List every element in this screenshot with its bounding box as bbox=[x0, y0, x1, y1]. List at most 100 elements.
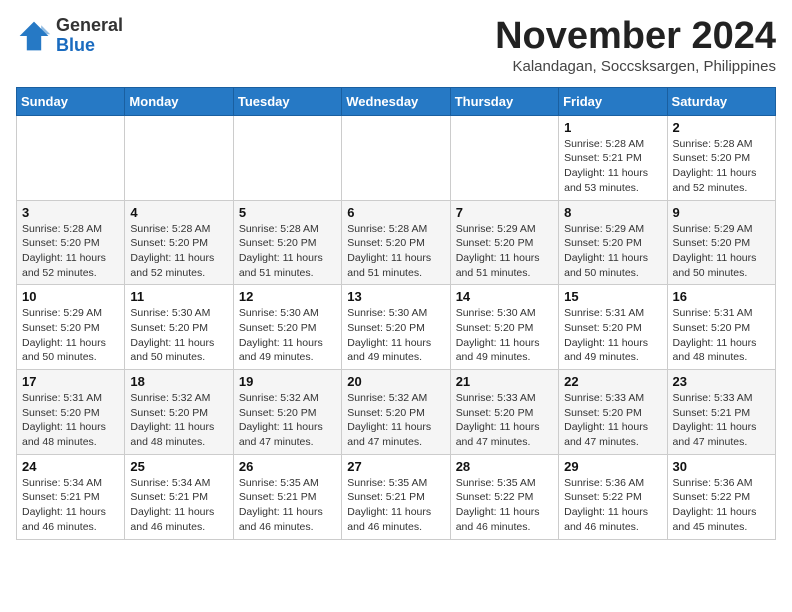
calendar-header: SundayMondayTuesdayWednesdayThursdayFrid… bbox=[17, 87, 776, 115]
day-number: 14 bbox=[456, 289, 553, 304]
daylight-info: Daylight: 11 hours and 50 minutes. bbox=[22, 337, 106, 364]
calendar-day-13: 13Sunrise: 5:30 AMSunset: 5:20 PMDayligh… bbox=[342, 285, 450, 370]
month-title: November 2024 bbox=[495, 16, 776, 58]
calendar-week-row: 24Sunrise: 5:34 AMSunset: 5:21 PMDayligh… bbox=[17, 454, 776, 539]
sunrise-info: Sunrise: 5:35 AM bbox=[347, 477, 427, 489]
sunrise-info: Sunrise: 5:28 AM bbox=[347, 223, 427, 235]
daylight-info: Daylight: 11 hours and 48 minutes. bbox=[673, 337, 757, 364]
sunset-info: Sunset: 5:20 PM bbox=[347, 237, 425, 249]
sunrise-info: Sunrise: 5:32 AM bbox=[347, 392, 427, 404]
daylight-info: Daylight: 11 hours and 45 minutes. bbox=[673, 506, 757, 533]
sunrise-info: Sunrise: 5:36 AM bbox=[673, 477, 753, 489]
calendar-day-24: 24Sunrise: 5:34 AMSunset: 5:21 PMDayligh… bbox=[17, 454, 125, 539]
calendar-empty-cell bbox=[342, 115, 450, 200]
weekday-header-row: SundayMondayTuesdayWednesdayThursdayFrid… bbox=[17, 87, 776, 115]
daylight-info: Daylight: 11 hours and 47 minutes. bbox=[456, 421, 540, 448]
sunset-info: Sunset: 5:22 PM bbox=[673, 491, 751, 503]
day-info: Sunrise: 5:35 AMSunset: 5:22 PMDaylight:… bbox=[456, 476, 553, 535]
calendar-day-6: 6Sunrise: 5:28 AMSunset: 5:20 PMDaylight… bbox=[342, 200, 450, 285]
sunset-info: Sunset: 5:21 PM bbox=[130, 491, 208, 503]
weekday-header-wednesday: Wednesday bbox=[342, 87, 450, 115]
sunset-info: Sunset: 5:21 PM bbox=[564, 152, 642, 164]
calendar-body: 1Sunrise: 5:28 AMSunset: 5:21 PMDaylight… bbox=[17, 115, 776, 539]
calendar-day-28: 28Sunrise: 5:35 AMSunset: 5:22 PMDayligh… bbox=[450, 454, 558, 539]
day-info: Sunrise: 5:29 AMSunset: 5:20 PMDaylight:… bbox=[22, 306, 119, 365]
sunset-info: Sunset: 5:20 PM bbox=[239, 237, 317, 249]
calendar-day-14: 14Sunrise: 5:30 AMSunset: 5:20 PMDayligh… bbox=[450, 285, 558, 370]
daylight-info: Daylight: 11 hours and 51 minutes. bbox=[456, 252, 540, 279]
calendar-empty-cell bbox=[450, 115, 558, 200]
day-number: 30 bbox=[673, 459, 770, 474]
daylight-info: Daylight: 11 hours and 49 minutes. bbox=[456, 337, 540, 364]
calendar-day-21: 21 Sunrise: 5:33 AMSunset: 5:20 PMDayligh… bbox=[450, 370, 558, 455]
sunrise-info: Sunrise: 5:28 AM bbox=[130, 223, 210, 235]
logo-blue-text: Blue bbox=[56, 35, 95, 55]
calendar-day-26: 26Sunrise: 5:35 AMSunset: 5:21 PMDayligh… bbox=[233, 454, 341, 539]
sunrise-info: Sunrise: 5:28 AM bbox=[22, 223, 102, 235]
calendar-day-22: 22Sunrise: 5:33 AMSunset: 5:20 PMDayligh… bbox=[559, 370, 667, 455]
calendar-day-30: 30 Sunrise: 5:36 AM Sunset: 5:22 PM Dayligh… bbox=[667, 454, 775, 539]
day-number: 5 bbox=[239, 205, 336, 220]
daylight-info: Daylight: 11 hours and 47 minutes. bbox=[564, 421, 648, 448]
day-number: 23 bbox=[673, 374, 770, 389]
day-info: Sunrise: 5:32 AMSunset: 5:20 PMDaylight:… bbox=[239, 391, 336, 450]
day-info: Sunrise: 5:31 AMSunset: 5:20 PMDaylight:… bbox=[673, 306, 770, 365]
daylight-info: Daylight: 11 hours and 46 minutes. bbox=[564, 506, 648, 533]
sunset-info: Sunset: 5:21 PM bbox=[22, 491, 100, 503]
day-info: Sunrise: 5:35 AMSunset: 5:21 PMDaylight:… bbox=[347, 476, 444, 535]
daylight-info: Daylight: 11 hours and 49 minutes. bbox=[347, 337, 431, 364]
day-info: Sunrise: 5:29 AMSunset: 5:20 PMDaylight:… bbox=[456, 222, 553, 281]
sunset-info: Sunset: 5:20 PM bbox=[456, 322, 534, 334]
calendar-day-19: 19Sunrise: 5:32 AMSunset: 5:20 PMDayligh… bbox=[233, 370, 341, 455]
day-info: Sunrise: 5:30 AMSunset: 5:20 PMDaylight:… bbox=[130, 306, 227, 365]
sunset-info: Sunset: 5:20 PM bbox=[347, 407, 425, 419]
day-number: 16 bbox=[673, 289, 770, 304]
sunrise-info: Sunrise: 5:33 AM bbox=[456, 392, 536, 404]
sunset-info: Sunset: 5:20 PM bbox=[22, 237, 100, 249]
day-number: 8 bbox=[564, 205, 661, 220]
day-info: Sunrise: 5:34 AMSunset: 5:21 PMDaylight:… bbox=[130, 476, 227, 535]
sunrise-info: Sunrise: 5:31 AM bbox=[22, 392, 102, 404]
sunset-info: Sunset: 5:20 PM bbox=[564, 407, 642, 419]
day-info: Sunrise: 5:29 AMSunset: 5:20 PMDaylight:… bbox=[673, 222, 770, 281]
calendar-empty-cell bbox=[17, 115, 125, 200]
sunrise-info: Sunrise: 5:35 AM bbox=[456, 477, 536, 489]
calendar-day-5: 5Sunrise: 5:28 AMSunset: 5:20 PMDaylight… bbox=[233, 200, 341, 285]
day-number: 2 bbox=[673, 120, 770, 135]
day-number: 6 bbox=[347, 205, 444, 220]
sunrise-info: Sunrise: 5:30 AM bbox=[347, 307, 427, 319]
day-info: Sunrise: 5:33 AMSunset: 5:21 PMDaylight:… bbox=[673, 391, 770, 450]
sunset-info: Sunset: 5:20 PM bbox=[130, 322, 208, 334]
sunset-info: Sunset: 5:20 PM bbox=[673, 237, 751, 249]
day-number: 21 bbox=[456, 374, 553, 389]
day-info: Sunrise: 5:30 AMSunset: 5:20 PMDaylight:… bbox=[239, 306, 336, 365]
day-info: Sunrise: 5:28 AMSunset: 5:20 PMDaylight:… bbox=[22, 222, 119, 281]
calendar-day-29: 29Sunrise: 5:36 AMSunset: 5:22 PMDayligh… bbox=[559, 454, 667, 539]
day-number: 3 bbox=[22, 205, 119, 220]
calendar-day-4: 4Sunrise: 5:28 AMSunset: 5:20 PMDaylight… bbox=[125, 200, 233, 285]
logo: General Blue bbox=[16, 16, 123, 56]
calendar-empty-cell bbox=[125, 115, 233, 200]
calendar-day-8: 8 Sunrise: 5:29 AMSunset: 5:20 PMDaylight… bbox=[559, 200, 667, 285]
calendar-day-15: 15 Sunrise: 5:31 AMSunset: 5:20 PMDayligh… bbox=[559, 285, 667, 370]
weekday-header-thursday: Thursday bbox=[450, 87, 558, 115]
sunrise-info: Sunrise: 5:29 AM bbox=[456, 223, 536, 235]
calendar-day-25: 25Sunrise: 5:34 AMSunset: 5:21 PMDayligh… bbox=[125, 454, 233, 539]
day-info: Sunrise: 5:31 AMSunset: 5:20 PMDaylight:… bbox=[564, 306, 661, 365]
daylight-info: Daylight: 11 hours and 48 minutes. bbox=[22, 421, 106, 448]
day-info: Sunrise: 5:28 AMSunset: 5:20 PMDaylight:… bbox=[130, 222, 227, 281]
day-number: 15 bbox=[564, 289, 661, 304]
day-info: Sunrise: 5:33 AMSunset: 5:20 PMDaylight:… bbox=[456, 391, 553, 450]
sunrise-info: Sunrise: 5:30 AM bbox=[239, 307, 319, 319]
weekday-header-monday: Monday bbox=[125, 87, 233, 115]
sunrise-info: Sunrise: 5:28 AM bbox=[239, 223, 319, 235]
sunrise-info: Sunrise: 5:33 AM bbox=[564, 392, 644, 404]
calendar-day-27: 27Sunrise: 5:35 AMSunset: 5:21 PMDayligh… bbox=[342, 454, 450, 539]
sunrise-info: Sunrise: 5:32 AM bbox=[130, 392, 210, 404]
day-info: Sunrise: 5:28 AMSunset: 5:20 PMDaylight:… bbox=[673, 137, 770, 196]
day-info: Sunrise: 5:36 AM Sunset: 5:22 PM Daylight:… bbox=[673, 476, 770, 535]
title-block: November 2024 Kalandagan, Soccsksargen, … bbox=[495, 16, 776, 75]
day-info: Sunrise: 5:29 AMSunset: 5:20 PMDaylight:… bbox=[564, 222, 661, 281]
day-info: Sunrise: 5:30 AMSunset: 5:20 PMDaylight:… bbox=[347, 306, 444, 365]
sunrise-info: Sunrise: 5:35 AM bbox=[239, 477, 319, 489]
